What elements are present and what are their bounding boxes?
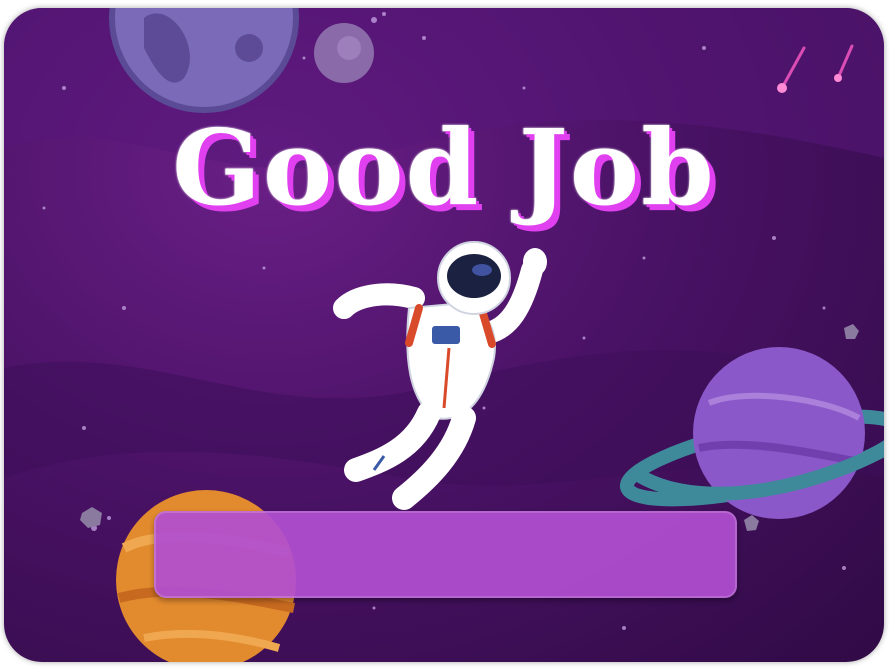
result-banner[interactable] xyxy=(154,511,737,598)
shooting-star-icon xyxy=(777,83,787,93)
game-card: Good Job xyxy=(4,8,884,662)
small-planet-icon xyxy=(314,23,374,83)
good-job-title: Good Job xyxy=(172,106,716,229)
